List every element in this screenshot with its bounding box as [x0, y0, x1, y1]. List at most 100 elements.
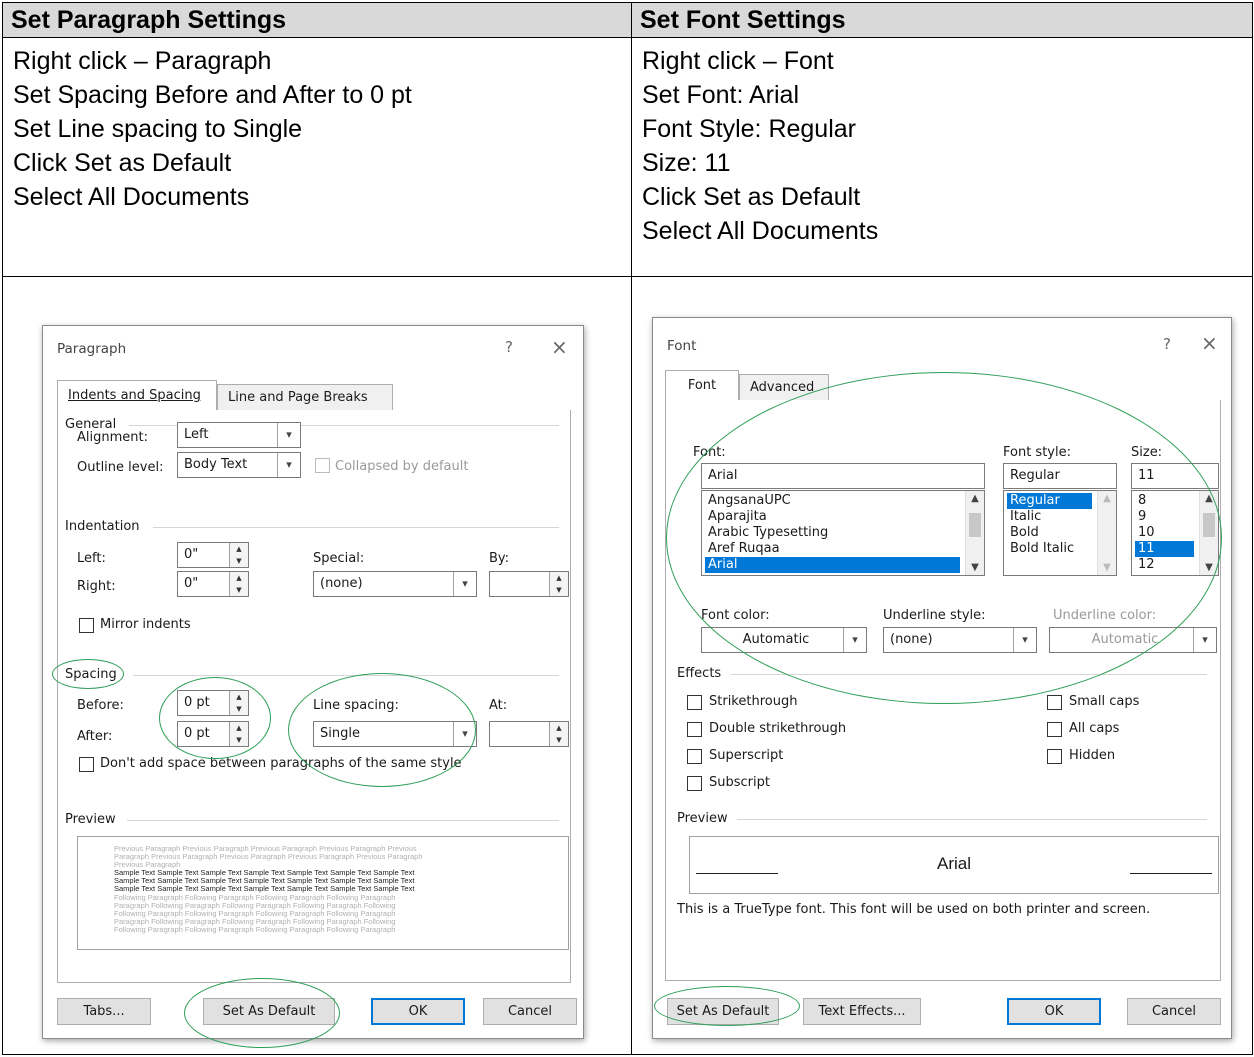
step: Select All Documents [642, 217, 879, 245]
step: Set Line spacing to Single [13, 115, 303, 143]
underline-color-select[interactable]: Automatic ▾ [1049, 627, 1217, 653]
indent-left-label: Left: [77, 551, 106, 566]
scrollbar[interactable]: ▲ ▼ [1199, 491, 1218, 575]
step: Click Set as Default [13, 149, 232, 177]
mirror-indents-checkbox[interactable] [79, 618, 94, 633]
by-spinner[interactable]: ▲ ▼ [489, 571, 569, 597]
small-caps-label: Small caps [1069, 694, 1140, 709]
small-caps-checkbox[interactable] [1047, 695, 1062, 710]
dialog-title: Paragraph [57, 341, 127, 357]
indent-left-spinner[interactable]: 0" ▲ ▼ [177, 542, 249, 568]
indent-right-spinner[interactable]: 0" ▲ ▼ [177, 571, 249, 597]
list-item[interactable]: Aref Ruqaa [705, 541, 780, 557]
spin-arrows-icon: ▲ ▼ [229, 543, 248, 567]
step: Right click – Font [642, 47, 834, 75]
section-preview: Preview [65, 812, 116, 827]
font-color-select[interactable]: Automatic ▾ [701, 627, 867, 653]
question-icon[interactable]: ? [505, 338, 513, 356]
outline-level-label: Outline level: [77, 460, 164, 475]
list-item[interactable]: Italic [1007, 509, 1041, 525]
list-item[interactable]: Bold Italic [1007, 541, 1074, 557]
header-font: Set Font Settings [631, 2, 1253, 38]
line-spacing-select[interactable]: Single ▾ [313, 721, 477, 747]
list-item[interactable]: Bold [1007, 525, 1039, 541]
question-icon[interactable]: ? [1163, 335, 1171, 353]
double-strikethrough-label: Double strikethrough [709, 721, 847, 736]
list-item-selected[interactable]: Arial [705, 557, 960, 573]
size-list[interactable]: 8 9 10 11 12 ▲ ▼ [1131, 490, 1219, 576]
superscript-checkbox[interactable] [687, 749, 702, 764]
strikethrough-label: Strikethrough [709, 694, 798, 709]
chevron-down-icon: ▾ [277, 453, 300, 477]
font-style-label: Font style: [1003, 445, 1071, 460]
paragraph-dialog: Paragraph ? × Indents and Spacing Line a… [42, 325, 584, 1039]
list-item[interactable]: 12 [1135, 557, 1155, 573]
list-item[interactable]: 9 [1135, 509, 1146, 525]
chevron-down-icon: ▾ [453, 722, 476, 746]
special-select[interactable]: (none) ▾ [313, 571, 477, 597]
tabs-button[interactable]: Tabs... [57, 998, 151, 1025]
chevron-down-icon: ▾ [1013, 628, 1036, 652]
tab-strip: Indents and Spacing Line and Page Breaks [57, 380, 569, 411]
font-style-list[interactable]: Regular Italic Bold Bold Italic ▲ ▼ [1003, 490, 1117, 576]
outline-level-select[interactable]: Body Text ▾ [177, 452, 301, 478]
tab-indents-spacing[interactable]: Indents and Spacing [57, 380, 217, 410]
font-input[interactable]: Arial [701, 463, 985, 489]
font-style-input[interactable]: Regular [1003, 463, 1117, 489]
text-effects-button[interactable]: Text Effects... [803, 998, 921, 1025]
tab-line-page-breaks[interactable]: Line and Page Breaks [217, 384, 393, 410]
by-label: By: [489, 551, 510, 566]
step: Font Style: Regular [642, 115, 856, 143]
spin-arrows-icon: ▲ ▼ [229, 722, 248, 746]
all-caps-label: All caps [1069, 721, 1120, 736]
spin-arrows-icon: ▲ ▼ [549, 722, 568, 746]
set-as-default-button[interactable]: Set As Default [203, 998, 335, 1025]
close-icon[interactable]: × [1201, 331, 1218, 355]
cancel-button[interactable]: Cancel [1127, 998, 1221, 1025]
subscript-checkbox[interactable] [687, 776, 702, 791]
scrollbar[interactable]: ▲ ▼ [965, 491, 984, 575]
list-item[interactable]: Arabic Typesetting [705, 525, 828, 541]
ok-button[interactable]: OK [1007, 998, 1101, 1025]
before-spinner[interactable]: 0 pt ▲ ▼ [177, 690, 249, 716]
font-color-label: Font color: [701, 608, 770, 623]
dont-add-space-checkbox[interactable] [79, 757, 94, 772]
special-label: Special: [313, 551, 365, 566]
list-item[interactable]: 10 [1135, 525, 1155, 541]
font-label: Font: [693, 445, 726, 460]
collapsed-checkbox[interactable] [315, 458, 330, 473]
at-spinner[interactable]: ▲ ▼ [489, 721, 569, 747]
list-item[interactable]: AngsanaUPC [705, 493, 791, 509]
list-item[interactable]: 8 [1135, 493, 1146, 509]
tab-font[interactable]: Font [665, 370, 739, 400]
underline-style-select[interactable]: (none) ▾ [883, 627, 1037, 653]
chevron-down-icon: ▾ [1193, 628, 1216, 652]
step: Right click – Paragraph [13, 47, 272, 75]
cancel-button[interactable]: Cancel [483, 998, 577, 1025]
alignment-select[interactable]: Left ▾ [177, 422, 301, 448]
after-spinner[interactable]: 0 pt ▲ ▼ [177, 721, 249, 747]
step: Size: 11 [642, 149, 731, 177]
spin-arrows-icon: ▲ ▼ [229, 572, 248, 596]
double-strikethrough-checkbox[interactable] [687, 722, 702, 737]
scrollbar[interactable]: ▲ ▼ [1097, 491, 1116, 575]
mirror-indents-label: Mirror indents [100, 617, 191, 632]
hidden-label: Hidden [1069, 748, 1116, 763]
font-dialog: Font ? × Font Advanced Font: Arial Angsa… [652, 317, 1232, 1039]
size-input[interactable]: 11 [1131, 463, 1219, 489]
ok-button[interactable]: OK [371, 998, 465, 1025]
tab-advanced[interactable]: Advanced [739, 374, 829, 400]
close-icon[interactable]: × [551, 335, 568, 359]
after-label: After: [77, 729, 113, 744]
set-as-default-button[interactable]: Set As Default [667, 998, 779, 1025]
strikethrough-checkbox[interactable] [687, 695, 702, 710]
underline-color-label: Underline color: [1053, 608, 1157, 623]
list-item-selected[interactable]: Regular [1007, 493, 1092, 509]
preview-sample: Arial [936, 854, 971, 873]
hidden-checkbox[interactable] [1047, 749, 1062, 764]
list-item-selected[interactable]: 11 [1135, 541, 1194, 557]
font-list[interactable]: AngsanaUPC Aparajita Arabic Typesetting … [701, 490, 985, 576]
section-indentation: Indentation [65, 519, 140, 534]
list-item[interactable]: Aparajita [705, 509, 767, 525]
all-caps-checkbox[interactable] [1047, 722, 1062, 737]
